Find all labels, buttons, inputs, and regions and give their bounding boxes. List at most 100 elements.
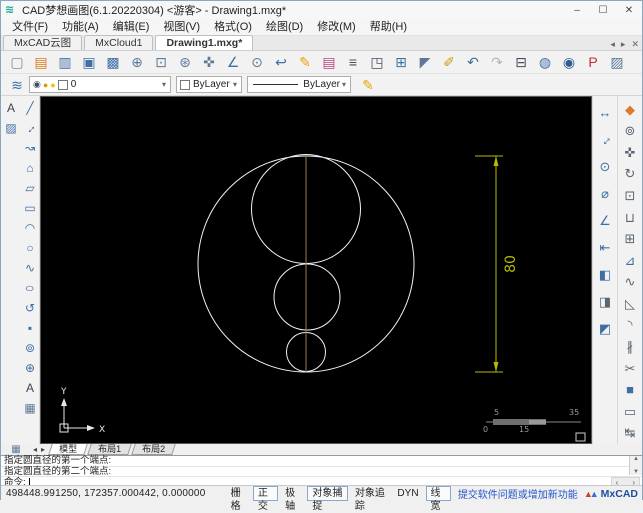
drawing-canvas[interactable]: 80 Y X 5 35 0 15 bbox=[40, 96, 592, 444]
mirror-button[interactable]: ⊿ bbox=[618, 250, 642, 272]
undo-button[interactable]: ↶ bbox=[461, 51, 485, 73]
chamfer-button[interactable]: ◺ bbox=[618, 293, 642, 315]
offset-button[interactable]: ⊔ bbox=[618, 207, 642, 229]
revision-cloud-button[interactable]: ↺ bbox=[20, 298, 40, 318]
layout-scroll-left-button[interactable]: ◂ bbox=[31, 445, 39, 454]
redo-button[interactable]: ↷ bbox=[485, 51, 509, 73]
dim-style-button[interactable]: ◧ bbox=[593, 261, 617, 288]
maximize-button[interactable]: ☐ bbox=[590, 2, 616, 19]
copy-entity-button[interactable]: ⊚ bbox=[20, 338, 40, 358]
command-vscrollbar[interactable]: ▲ ▼ bbox=[629, 456, 642, 475]
draw-pencil-button[interactable]: ✎ bbox=[293, 51, 317, 73]
circle-button[interactable]: ○ bbox=[20, 238, 40, 258]
layout-frame-button[interactable]: ◳ bbox=[365, 51, 389, 73]
multiline-text-button[interactable]: A bbox=[20, 378, 40, 398]
erase-button[interactable]: ◆ bbox=[618, 99, 642, 121]
doc-tab-0[interactable]: MxCAD云图 bbox=[3, 35, 83, 50]
tab-close-button[interactable]: ✕ bbox=[628, 39, 642, 50]
diameter-dim-button[interactable]: ⌀ bbox=[593, 180, 617, 207]
menu-item-5[interactable]: 绘图(D) bbox=[259, 19, 310, 35]
publish-web-button[interactable]: ◍ bbox=[533, 51, 557, 73]
layout-tab-2[interactable]: 布局2 bbox=[131, 444, 176, 455]
fillet-button[interactable]: ◝ bbox=[618, 315, 642, 337]
feedback-link[interactable]: 提交软件问题或增加新功能 bbox=[458, 486, 578, 501]
layout-tab-0[interactable]: 模型 bbox=[48, 444, 88, 455]
open-folder-button[interactable]: ▥ bbox=[53, 51, 77, 73]
break-button[interactable]: ∦ bbox=[618, 336, 642, 358]
dim-update-button[interactable]: ◩ bbox=[593, 315, 617, 342]
linear-dim-button[interactable]: ↔ bbox=[593, 99, 617, 126]
edit-rect-button[interactable]: ▭ bbox=[618, 401, 642, 423]
zoom-previous-button[interactable]: ↩ bbox=[269, 51, 293, 73]
canvas-resize-handle[interactable] bbox=[575, 432, 586, 442]
aligned-dim-button[interactable]: ↔ bbox=[593, 126, 617, 153]
status-toggle-1[interactable]: 正交 bbox=[252, 486, 279, 512]
status-toggle-2[interactable]: 极轴 bbox=[280, 486, 305, 512]
ellipse-button[interactable]: ○ bbox=[20, 278, 40, 298]
quick-dim-button[interactable]: ⇤ bbox=[593, 234, 617, 261]
open-drawing-button[interactable]: ▤ bbox=[29, 51, 53, 73]
layer-manager-button[interactable]: ≋ bbox=[5, 74, 29, 96]
menu-item-0[interactable]: 文件(F) bbox=[5, 19, 55, 35]
menu-item-6[interactable]: 修改(M) bbox=[310, 19, 363, 35]
radius-dim-button[interactable]: ⊙ bbox=[593, 153, 617, 180]
image-button[interactable]: ▦ bbox=[20, 398, 40, 418]
color-dropdown[interactable]: ByLayer ▾ bbox=[176, 76, 242, 93]
spline-button[interactable]: ∿ bbox=[20, 258, 40, 278]
status-toggle-4[interactable]: 对象追踪 bbox=[350, 486, 391, 512]
display-settings-button[interactable]: ⊞ bbox=[389, 51, 413, 73]
hatch-button[interactable]: ▨ bbox=[1, 118, 21, 138]
menu-item-4[interactable]: 格式(O) bbox=[207, 19, 259, 35]
zoom-object-button[interactable]: ⊙ bbox=[245, 51, 269, 73]
layout-tab-1[interactable]: 布局1 bbox=[87, 444, 132, 455]
format-brush-button[interactable]: ✐ bbox=[437, 51, 461, 73]
scale-button[interactable]: ⊡ bbox=[618, 185, 642, 207]
menu-item-1[interactable]: 功能(A) bbox=[55, 19, 106, 35]
save-button[interactable]: ▣ bbox=[77, 51, 101, 73]
close-button[interactable]: ✕ bbox=[616, 2, 642, 19]
edit-spline-button[interactable]: ∿ bbox=[618, 272, 642, 294]
menu-item-7[interactable]: 帮助(H) bbox=[363, 19, 414, 35]
status-toggle-3[interactable]: 对象捕捉 bbox=[307, 486, 348, 512]
box-3d-button[interactable]: ■ bbox=[618, 379, 642, 401]
trim-button[interactable]: ✂ bbox=[618, 358, 642, 380]
color-palette-button[interactable]: ▤ bbox=[317, 51, 341, 73]
point-button[interactable]: ▪ bbox=[20, 318, 40, 338]
text-list-button[interactable]: ≡ bbox=[341, 51, 365, 73]
zoom-extents-button[interactable]: ⊕ bbox=[125, 51, 149, 73]
copy-button[interactable]: ⊚ bbox=[618, 121, 642, 143]
arc-button[interactable]: ◠ bbox=[20, 218, 40, 238]
tab-scroll-right-button[interactable]: ▸ bbox=[618, 39, 629, 50]
new-file-button[interactable]: ▢ bbox=[5, 51, 29, 73]
menu-item-2[interactable]: 编辑(E) bbox=[106, 19, 157, 35]
print-button[interactable]: ⊟ bbox=[509, 51, 533, 73]
status-toggle-0[interactable]: 栅格 bbox=[226, 486, 251, 512]
status-toggle-6[interactable]: 线宽 bbox=[425, 486, 451, 512]
draw-line-button[interactable]: ╱ bbox=[20, 98, 40, 118]
insert-block-button[interactable]: ⊕ bbox=[20, 358, 40, 378]
pentagon-button[interactable]: ⌂ bbox=[20, 158, 40, 178]
layer-dropdown[interactable]: ◉ ● ● 0 ▾ bbox=[29, 76, 171, 93]
tab-scroll-left-button[interactable]: ◂ bbox=[607, 39, 618, 50]
polyline-button[interactable]: ↝ bbox=[20, 138, 40, 158]
linewidth-pencil-button[interactable]: ✎ bbox=[356, 74, 380, 96]
rotate-button[interactable]: ↻ bbox=[618, 164, 642, 186]
text-style-button[interactable]: A bbox=[1, 98, 21, 118]
ucs-axes-button[interactable]: ∠ bbox=[221, 51, 245, 73]
status-toggle-5[interactable]: DYN bbox=[392, 486, 423, 501]
pan-button[interactable]: ✜ bbox=[197, 51, 221, 73]
rectangle-button[interactable]: ▭ bbox=[20, 198, 40, 218]
save-as-button[interactable]: ▩ bbox=[101, 51, 125, 73]
doc-tab-2[interactable]: Drawing1.mxg* bbox=[155, 35, 254, 50]
command-window[interactable]: 指定圆直径的第一个端点: 指定圆直径的第二个端点: 命令: ‹ › ▲ ▼ bbox=[1, 455, 642, 488]
zoom-dynamic-button[interactable]: ⊛ bbox=[173, 51, 197, 73]
zoom-window-button[interactable]: ⊡ bbox=[149, 51, 173, 73]
construction-line-button[interactable]: ↔ bbox=[20, 118, 40, 138]
move-button[interactable]: ✜ bbox=[618, 142, 642, 164]
insert-image-button[interactable]: ▨ bbox=[605, 51, 629, 73]
polygon-button[interactable]: ▱ bbox=[20, 178, 40, 198]
minimize-button[interactable]: – bbox=[564, 2, 590, 19]
join-button[interactable]: ↹ bbox=[618, 422, 642, 444]
layout-scroll-right-button[interactable]: ▸ bbox=[39, 445, 47, 454]
web-settings-button[interactable]: ◉ bbox=[557, 51, 581, 73]
